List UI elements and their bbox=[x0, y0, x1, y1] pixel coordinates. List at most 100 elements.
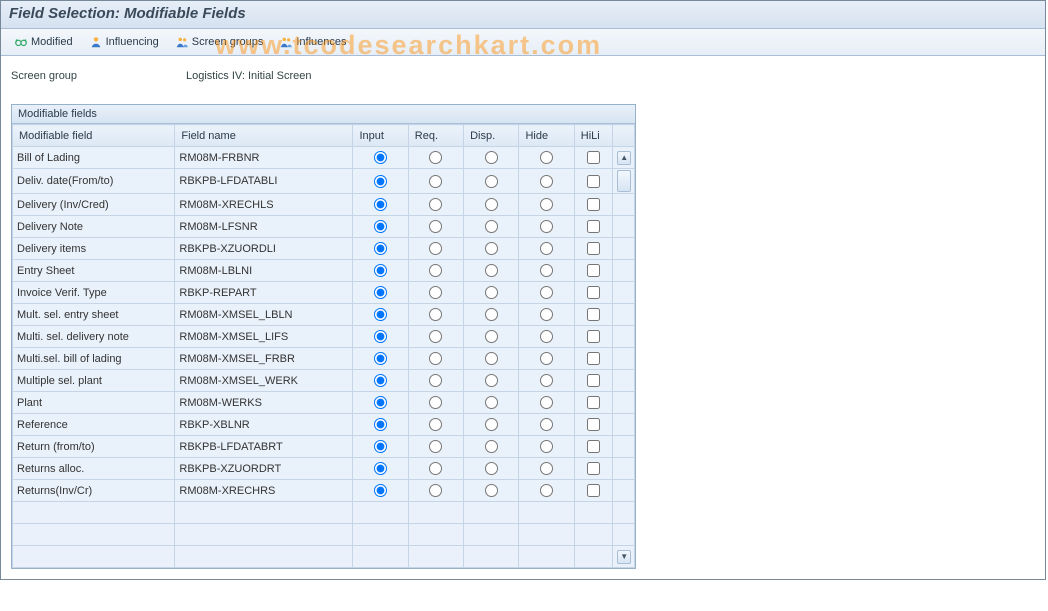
radio-req[interactable] bbox=[429, 175, 442, 188]
radio-hide[interactable] bbox=[540, 484, 553, 497]
col-header-input[interactable]: Input bbox=[353, 125, 408, 147]
screen-groups-button[interactable]: Screen groups bbox=[168, 32, 271, 52]
radio-disp[interactable] bbox=[485, 308, 498, 321]
checkbox-hili[interactable] bbox=[587, 264, 600, 277]
radio-input[interactable] bbox=[374, 440, 387, 453]
radio-req[interactable] bbox=[429, 352, 442, 365]
checkbox-hili[interactable] bbox=[587, 175, 600, 188]
checkbox-hili[interactable] bbox=[587, 220, 600, 233]
radio-hide[interactable] bbox=[540, 396, 553, 409]
radio-req[interactable] bbox=[429, 418, 442, 431]
influences-button[interactable]: Influences bbox=[272, 32, 353, 52]
scroll-track[interactable] bbox=[613, 392, 635, 414]
radio-req[interactable] bbox=[429, 484, 442, 497]
radio-hide[interactable] bbox=[540, 220, 553, 233]
radio-hide[interactable] bbox=[540, 286, 553, 299]
checkbox-hili[interactable] bbox=[587, 484, 600, 497]
radio-hide[interactable] bbox=[540, 175, 553, 188]
scroll-track[interactable] bbox=[613, 304, 635, 326]
checkbox-hili[interactable] bbox=[587, 440, 600, 453]
col-header-disp[interactable]: Disp. bbox=[464, 125, 519, 147]
scroll-track[interactable] bbox=[613, 458, 635, 480]
col-header-name[interactable]: Field name bbox=[175, 125, 353, 147]
radio-input[interactable] bbox=[374, 330, 387, 343]
radio-disp[interactable] bbox=[485, 374, 498, 387]
radio-input[interactable] bbox=[374, 242, 387, 255]
checkbox-hili[interactable] bbox=[587, 242, 600, 255]
radio-input[interactable] bbox=[374, 286, 387, 299]
radio-req[interactable] bbox=[429, 151, 442, 164]
checkbox-hili[interactable] bbox=[587, 151, 600, 164]
scroll-track[interactable] bbox=[613, 436, 635, 458]
radio-disp[interactable] bbox=[485, 330, 498, 343]
radio-input[interactable] bbox=[374, 151, 387, 164]
radio-hide[interactable] bbox=[540, 151, 553, 164]
radio-hide[interactable] bbox=[540, 440, 553, 453]
scroll-track[interactable] bbox=[613, 260, 635, 282]
radio-input[interactable] bbox=[374, 484, 387, 497]
radio-input[interactable] bbox=[374, 374, 387, 387]
col-header-req[interactable]: Req. bbox=[408, 125, 463, 147]
scroll-track[interactable] bbox=[613, 348, 635, 370]
radio-disp[interactable] bbox=[485, 198, 498, 211]
col-header-hide[interactable]: Hide bbox=[519, 125, 574, 147]
scroll-track[interactable] bbox=[613, 502, 635, 524]
radio-disp[interactable] bbox=[485, 440, 498, 453]
radio-input[interactable] bbox=[374, 198, 387, 211]
radio-req[interactable] bbox=[429, 264, 442, 277]
scroll-track[interactable] bbox=[613, 370, 635, 392]
scroll-track[interactable] bbox=[613, 194, 635, 216]
radio-disp[interactable] bbox=[485, 151, 498, 164]
radio-hide[interactable] bbox=[540, 330, 553, 343]
checkbox-hili[interactable] bbox=[587, 198, 600, 211]
radio-req[interactable] bbox=[429, 440, 442, 453]
radio-disp[interactable] bbox=[485, 286, 498, 299]
scroll-track[interactable] bbox=[613, 480, 635, 502]
radio-disp[interactable] bbox=[485, 220, 498, 233]
radio-hide[interactable] bbox=[540, 198, 553, 211]
radio-req[interactable] bbox=[429, 220, 442, 233]
checkbox-hili[interactable] bbox=[587, 308, 600, 321]
influencing-button[interactable]: Influencing bbox=[82, 32, 166, 52]
checkbox-hili[interactable] bbox=[587, 374, 600, 387]
modified-button[interactable]: Modified bbox=[7, 32, 80, 52]
radio-disp[interactable] bbox=[485, 175, 498, 188]
radio-input[interactable] bbox=[374, 308, 387, 321]
scroll-track[interactable] bbox=[613, 414, 635, 436]
checkbox-hili[interactable] bbox=[587, 352, 600, 365]
radio-req[interactable] bbox=[429, 462, 442, 475]
radio-req[interactable] bbox=[429, 396, 442, 409]
scroll-track[interactable] bbox=[613, 326, 635, 348]
radio-hide[interactable] bbox=[540, 352, 553, 365]
radio-input[interactable] bbox=[374, 175, 387, 188]
checkbox-hili[interactable] bbox=[587, 418, 600, 431]
radio-disp[interactable] bbox=[485, 462, 498, 475]
scroll-track[interactable] bbox=[613, 216, 635, 238]
checkbox-hili[interactable] bbox=[587, 462, 600, 475]
radio-hide[interactable] bbox=[540, 308, 553, 321]
radio-disp[interactable] bbox=[485, 264, 498, 277]
scroll-up-icon[interactable]: ▲ bbox=[617, 151, 631, 165]
checkbox-hili[interactable] bbox=[587, 396, 600, 409]
radio-req[interactable] bbox=[429, 308, 442, 321]
radio-disp[interactable] bbox=[485, 418, 498, 431]
radio-hide[interactable] bbox=[540, 374, 553, 387]
radio-input[interactable] bbox=[374, 462, 387, 475]
radio-disp[interactable] bbox=[485, 352, 498, 365]
radio-disp[interactable] bbox=[485, 484, 498, 497]
radio-req[interactable] bbox=[429, 242, 442, 255]
radio-req[interactable] bbox=[429, 286, 442, 299]
checkbox-hili[interactable] bbox=[587, 330, 600, 343]
scroll-track[interactable] bbox=[613, 524, 635, 546]
radio-hide[interactable] bbox=[540, 242, 553, 255]
checkbox-hili[interactable] bbox=[587, 286, 600, 299]
radio-hide[interactable] bbox=[540, 462, 553, 475]
radio-disp[interactable] bbox=[485, 396, 498, 409]
scroll-track[interactable] bbox=[613, 238, 635, 260]
col-header-hili[interactable]: HiLi bbox=[574, 125, 612, 147]
radio-req[interactable] bbox=[429, 374, 442, 387]
radio-hide[interactable] bbox=[540, 418, 553, 431]
radio-input[interactable] bbox=[374, 418, 387, 431]
radio-hide[interactable] bbox=[540, 264, 553, 277]
radio-input[interactable] bbox=[374, 352, 387, 365]
